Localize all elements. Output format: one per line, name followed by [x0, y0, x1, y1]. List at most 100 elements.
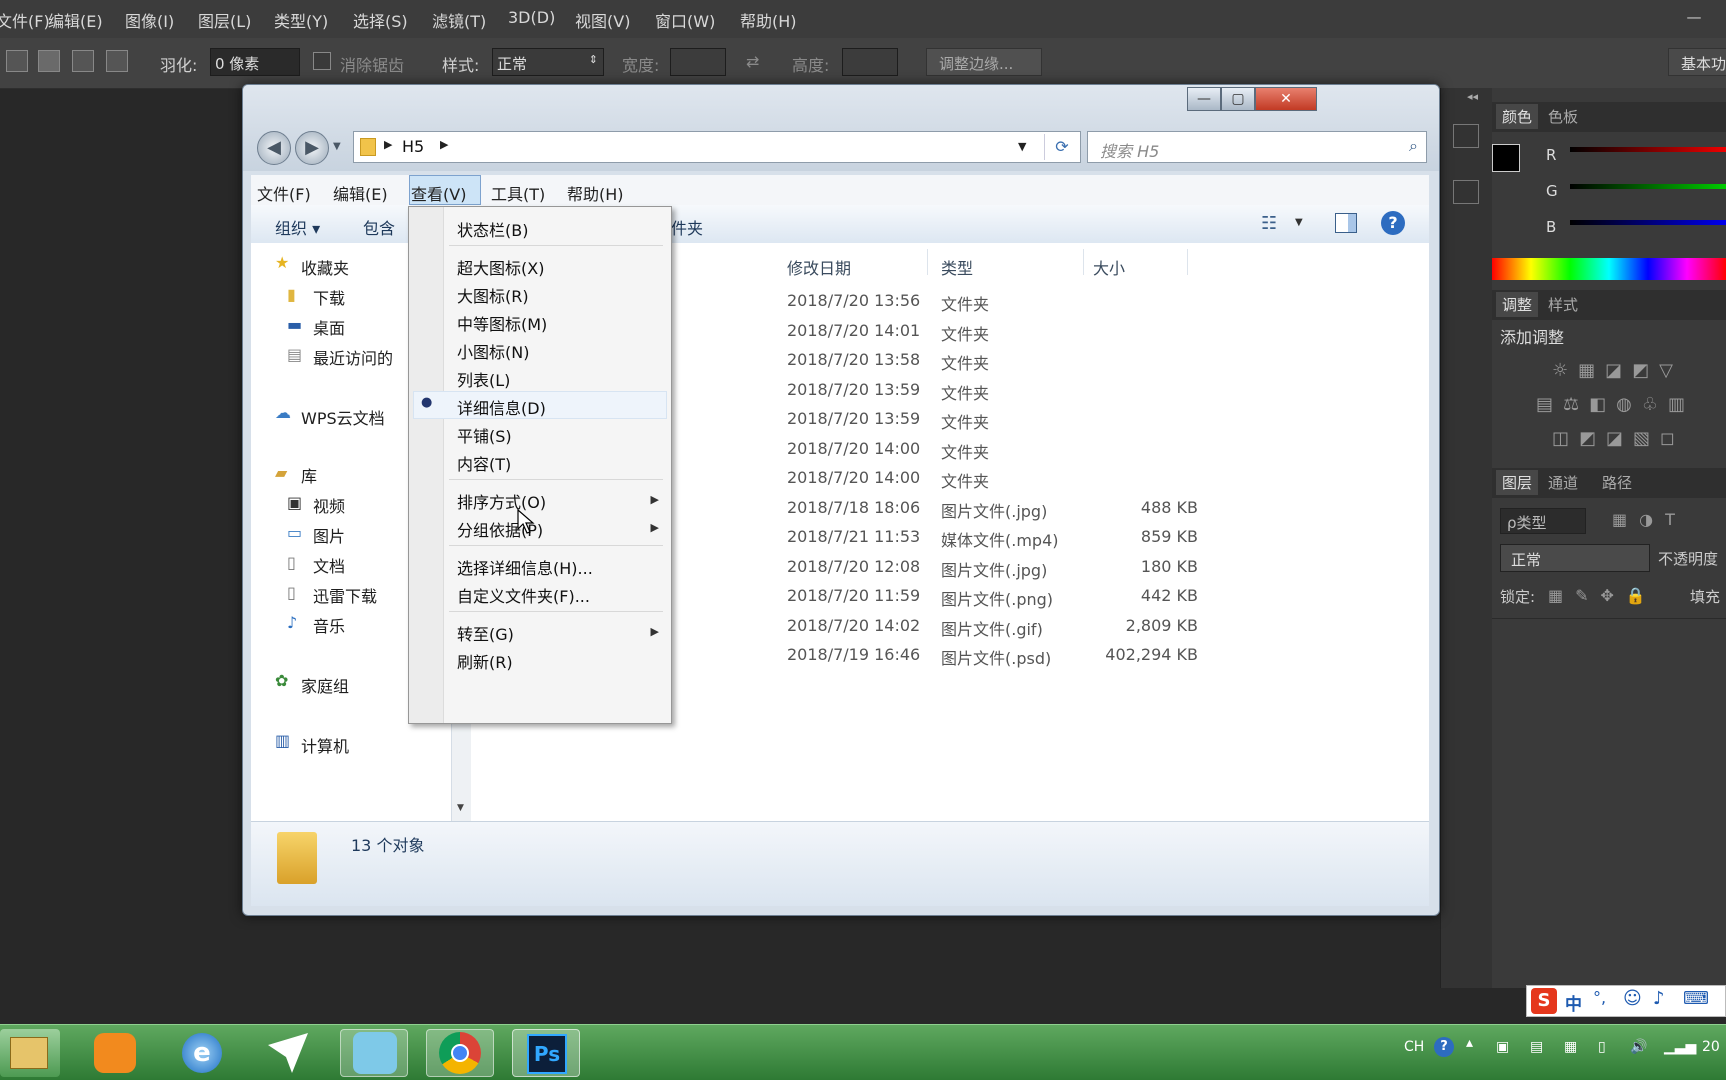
- nav-wps-cloud[interactable]: WPS云文档: [301, 405, 385, 429]
- close-button[interactable]: ✕: [1255, 87, 1317, 111]
- tab-styles[interactable]: 样式: [1548, 294, 1578, 315]
- feather-input[interactable]: 0 像素: [210, 48, 300, 76]
- network-app-icon[interactable]: ▣: [1496, 1039, 1509, 1055]
- menu-view[interactable]: 查看(V): [411, 181, 466, 205]
- menu-item-refresh[interactable]: 刷新(R): [457, 649, 513, 673]
- menu-item-status-bar[interactable]: 状态栏(B): [457, 217, 528, 241]
- new-selection-icon[interactable]: [6, 50, 28, 72]
- nav-computer[interactable]: 计算机: [301, 733, 349, 757]
- layer-filter-icons[interactable]: ▦◑T: [1612, 510, 1687, 529]
- nav-downloads[interactable]: 下载: [313, 285, 345, 309]
- help-icon[interactable]: ?: [1381, 211, 1405, 235]
- swap-icon[interactable]: ⇄: [746, 52, 759, 71]
- adjustment-icons-row3[interactable]: ◫◩◪▧◻: [1552, 428, 1722, 450]
- scroll-down-icon[interactable]: ▼: [457, 803, 464, 813]
- tab-swatches[interactable]: 色板: [1548, 106, 1578, 127]
- maximize-button[interactable]: ▢: [1221, 87, 1255, 111]
- organize-button[interactable]: 组织 ▾: [275, 215, 320, 239]
- ps-menu-select[interactable]: 选择(S): [353, 8, 408, 32]
- clock[interactable]: 20: [1702, 1039, 1720, 1055]
- nav-libraries[interactable]: 库: [301, 463, 317, 487]
- refresh-icon[interactable]: ⟳: [1044, 134, 1079, 160]
- ps-menu-file[interactable]: 文件(F): [0, 8, 50, 32]
- column-size[interactable]: 大小: [1093, 255, 1125, 279]
- blend-mode-select[interactable]: 正常: [1500, 544, 1650, 572]
- taskbar-chrome[interactable]: [426, 1029, 494, 1077]
- ime-mode-label[interactable]: 中: [1565, 990, 1582, 1015]
- column-type[interactable]: 类型: [941, 255, 973, 279]
- blue-slider[interactable]: [1570, 220, 1726, 225]
- intersect-selection-icon[interactable]: [106, 50, 128, 72]
- tab-paths[interactable]: 路径: [1602, 472, 1632, 493]
- menu-file[interactable]: 文件(F): [257, 181, 311, 205]
- signal-icon[interactable]: ▁▃▅: [1664, 1039, 1696, 1055]
- menu-tools[interactable]: 工具(T): [491, 181, 545, 205]
- collapse-icon[interactable]: ◂◂: [1467, 90, 1478, 103]
- keyboard-icon[interactable]: ⌨: [1683, 988, 1709, 1009]
- ps-menu-image[interactable]: 图像(I): [125, 8, 174, 32]
- breadcrumb-arrow-icon[interactable]: ▶: [384, 138, 392, 151]
- tab-adjustments[interactable]: 调整: [1496, 292, 1539, 317]
- taskbar-photoshop[interactable]: Ps: [512, 1029, 580, 1077]
- column-date[interactable]: 修改日期: [787, 255, 851, 279]
- workspace-button[interactable]: 基本功: [1668, 48, 1726, 76]
- nav-documents[interactable]: 文档: [313, 553, 345, 577]
- minimize-button[interactable]: —: [1187, 87, 1221, 111]
- history-icon[interactable]: [1453, 124, 1479, 148]
- color-spectrum[interactable]: [1492, 258, 1726, 280]
- adjustment-icons-row1[interactable]: ☼▦◪◩▽: [1552, 360, 1722, 382]
- menu-item-content[interactable]: 内容(T): [457, 451, 511, 475]
- ps-menu-view[interactable]: 视图(V): [575, 8, 630, 32]
- ps-menu-window[interactable]: 窗口(W): [655, 8, 715, 32]
- layer-kind-filter[interactable]: ρ类型: [1500, 508, 1586, 534]
- nav-pictures[interactable]: 图片: [313, 523, 345, 547]
- forward-button[interactable]: ▶: [295, 131, 329, 165]
- red-slider[interactable]: [1570, 147, 1726, 152]
- 3d-cube-icon[interactable]: [1453, 180, 1479, 204]
- foreground-color-swatch[interactable]: [1492, 144, 1520, 172]
- help-tray-icon[interactable]: ?: [1434, 1037, 1454, 1057]
- menu-item-details[interactable]: 详细信息(D): [457, 395, 546, 419]
- new-folder-button[interactable]: 件夹: [671, 215, 703, 239]
- menu-item-medium-icons[interactable]: 中等图标(M): [457, 311, 547, 335]
- volume-icon[interactable]: 🔊: [1630, 1039, 1647, 1055]
- tab-color[interactable]: 颜色: [1496, 104, 1539, 129]
- refine-edge-button[interactable]: 调整边缘...: [926, 48, 1042, 76]
- menu-item-list[interactable]: 列表(L): [457, 367, 510, 391]
- nav-thunder[interactable]: 迅雷下载: [313, 583, 377, 607]
- antialias-checkbox[interactable]: [313, 52, 331, 70]
- breadcrumb-arrow-icon[interactable]: ▶: [440, 138, 448, 151]
- menu-help[interactable]: 帮助(H): [567, 181, 624, 205]
- menu-item-customize-folder[interactable]: 自定义文件夹(F)...: [457, 583, 590, 607]
- tab-channels[interactable]: 通道: [1548, 472, 1578, 493]
- nav-music[interactable]: 音乐: [313, 613, 345, 637]
- menu-item-tiles[interactable]: 平铺(S): [457, 423, 512, 447]
- menu-item-choose-details[interactable]: 选择详细信息(H)...: [457, 555, 593, 579]
- include-in-library-button[interactable]: 包含: [363, 215, 395, 239]
- taskbar-live[interactable]: [340, 1029, 408, 1077]
- breadcrumb-h5[interactable]: H5: [402, 137, 424, 156]
- search-box[interactable]: 搜索 H5 ⌕: [1087, 131, 1427, 163]
- ps-menu-help[interactable]: 帮助(H): [740, 8, 797, 32]
- search-input[interactable]: 搜索 H5: [1100, 138, 1159, 162]
- emoji-icon[interactable]: ☺: [1623, 988, 1642, 1009]
- ps-menu-edit[interactable]: 编辑(E): [48, 8, 103, 32]
- height-input[interactable]: [842, 48, 898, 76]
- ps-menu-layer[interactable]: 图层(L): [198, 8, 251, 32]
- menu-item-large-icons[interactable]: 大图标(R): [457, 283, 529, 307]
- taskbar-feishu[interactable]: [254, 1029, 322, 1077]
- subtract-selection-icon[interactable]: [72, 50, 94, 72]
- ps-menu-3d[interactable]: 3D(D): [508, 8, 555, 27]
- menu-item-extra-large-icons[interactable]: 超大图标(X): [457, 255, 544, 279]
- tab-layers[interactable]: 图层: [1496, 470, 1539, 495]
- tray-app-icon[interactable]: ▦: [1564, 1039, 1577, 1055]
- nav-recent[interactable]: 最近访问的: [313, 345, 393, 369]
- width-input[interactable]: [670, 48, 726, 76]
- taskbar-uc-browser[interactable]: [82, 1029, 150, 1077]
- taskbar-ie[interactable]: e: [168, 1029, 236, 1077]
- menu-item-go-to[interactable]: 转至(G): [457, 621, 514, 645]
- preview-pane-icon[interactable]: [1335, 213, 1357, 233]
- punctuation-icon[interactable]: °,: [1593, 988, 1606, 1007]
- view-dropdown-icon[interactable]: ▼: [1295, 217, 1303, 228]
- ps-minimize-button[interactable]: —: [1680, 8, 1708, 28]
